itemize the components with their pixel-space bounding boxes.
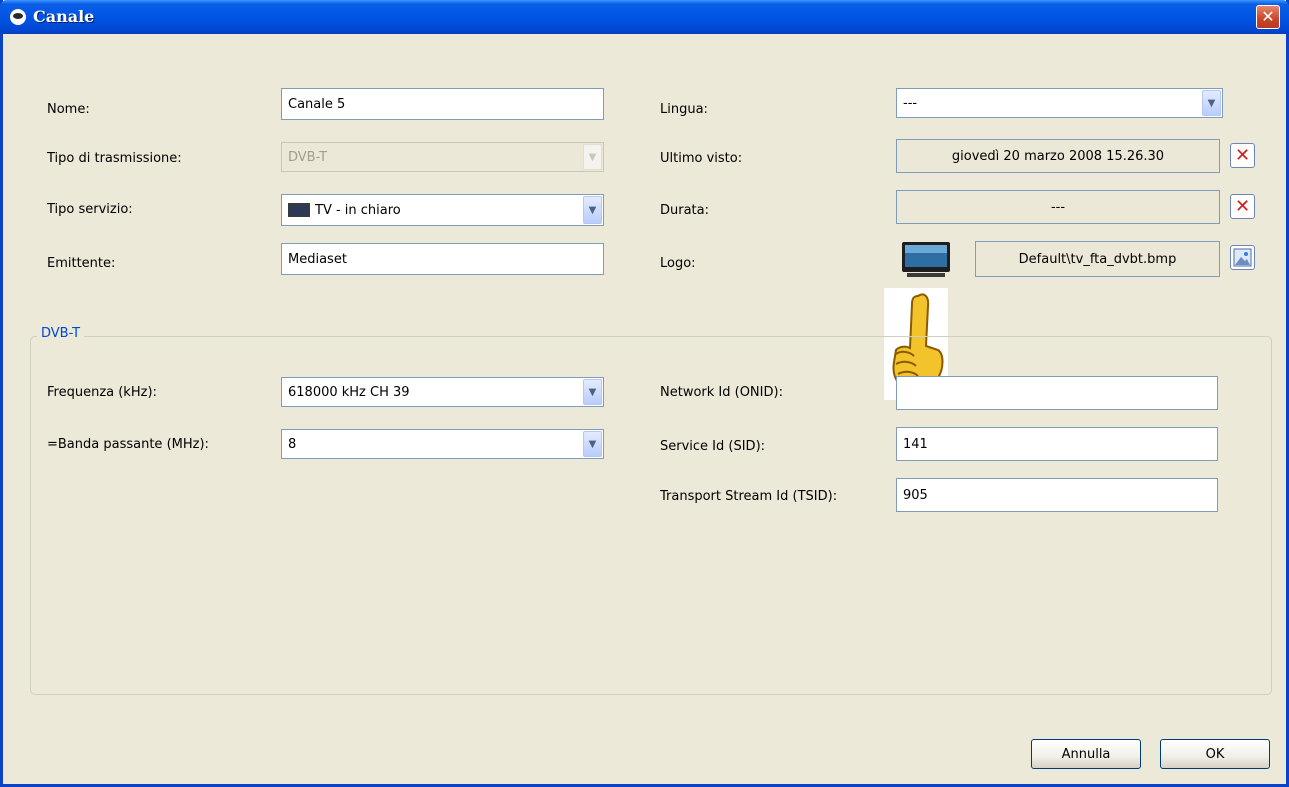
tipo-trasmissione-value: DVB-T bbox=[288, 149, 328, 165]
sid-label: Service Id (SID): bbox=[660, 439, 766, 454]
chevron-down-icon: ▼ bbox=[583, 144, 602, 170]
lingua-select[interactable]: --- ▼ bbox=[896, 88, 1223, 118]
window-title: Canale bbox=[33, 7, 95, 26]
tipo-trasmissione-select: DVB-T ▼ bbox=[281, 142, 604, 172]
tipo-servizio-label: Tipo servizio: bbox=[47, 202, 133, 217]
sid-input[interactable]: 141 bbox=[896, 427, 1218, 461]
emittente-input[interactable]: Mediaset bbox=[281, 243, 604, 275]
image-browse-icon bbox=[1233, 248, 1252, 267]
chevron-down-icon[interactable]: ▼ bbox=[1202, 90, 1221, 116]
lingua-label: Lingua: bbox=[660, 102, 708, 117]
emittente-label: Emittente: bbox=[47, 256, 116, 271]
red-x-icon: ✕ bbox=[1234, 145, 1251, 166]
banda-label: =Banda passante (MHz): bbox=[47, 437, 209, 452]
tsid-label: Transport Stream Id (TSID): bbox=[660, 489, 838, 504]
logo-browse-button[interactable] bbox=[1230, 245, 1255, 270]
chevron-down-icon[interactable]: ▼ bbox=[583, 196, 602, 224]
frequenza-label: Frequenza (kHz): bbox=[47, 385, 157, 400]
dialog-window: Canale ✕ Nome: Canale 5 Tipo di trasmiss… bbox=[0, 0, 1289, 787]
dvbt-group-title: DVB-T bbox=[37, 326, 85, 341]
tsid-input[interactable]: 905 bbox=[896, 478, 1218, 512]
logo-label: Logo: bbox=[660, 256, 696, 271]
nome-input[interactable]: Canale 5 bbox=[281, 88, 604, 120]
tv-logo-icon bbox=[902, 242, 950, 277]
cancel-button[interactable]: Annulla bbox=[1031, 739, 1141, 769]
frequenza-select[interactable]: 618000 kHz CH 39 ▼ bbox=[281, 377, 604, 407]
frequenza-value: 618000 kHz CH 39 bbox=[288, 384, 410, 400]
ok-button[interactable]: OK bbox=[1160, 739, 1270, 769]
ultimo-visto-value: giovedì 20 marzo 2008 15.26.30 bbox=[896, 139, 1220, 173]
durata-value: --- bbox=[896, 190, 1220, 224]
close-button[interactable]: ✕ bbox=[1256, 5, 1280, 29]
onid-label: Network Id (ONID): bbox=[660, 385, 783, 400]
logo-path: Default\tv_fta_dvbt.bmp bbox=[975, 241, 1220, 277]
tipo-servizio-select[interactable]: TV - in chiaro ▼ bbox=[281, 194, 604, 226]
chevron-down-icon[interactable]: ▼ bbox=[583, 379, 602, 405]
ultimo-visto-label: Ultimo visto: bbox=[660, 151, 743, 166]
tipo-trasmissione-label: Tipo di trasmissione: bbox=[47, 151, 182, 166]
banda-select[interactable]: 8 ▼ bbox=[281, 429, 604, 459]
title-bar[interactable]: Canale ✕ bbox=[0, 0, 1289, 34]
clear-ultimo-visto-button[interactable]: ✕ bbox=[1230, 143, 1255, 168]
tv-icon bbox=[288, 203, 310, 217]
red-x-icon: ✕ bbox=[1234, 196, 1251, 217]
onid-input[interactable] bbox=[896, 376, 1218, 410]
tipo-servizio-value: TV - in chiaro bbox=[315, 202, 401, 218]
app-icon bbox=[10, 9, 26, 25]
chevron-down-icon[interactable]: ▼ bbox=[583, 431, 602, 457]
nome-label: Nome: bbox=[47, 102, 90, 117]
banda-value: 8 bbox=[288, 436, 297, 452]
durata-label: Durata: bbox=[660, 203, 710, 218]
lingua-value: --- bbox=[903, 95, 918, 111]
clear-durata-button[interactable]: ✕ bbox=[1230, 194, 1255, 219]
